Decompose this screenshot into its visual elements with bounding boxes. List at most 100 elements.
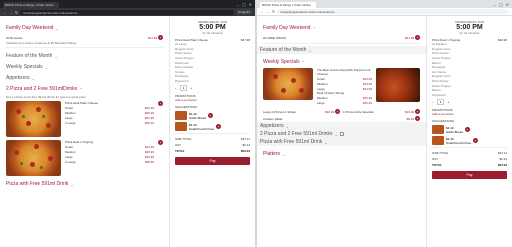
add-icon[interactable]: + [335,109,340,114]
section-title: Weekly Specials [263,59,300,65]
suggestion-item[interactable]: $4.49 Garlic Bread + [432,125,507,135]
maximize-icon[interactable]: ▢ [242,2,246,7]
add-promotion-link[interactable]: Add a promotion [432,112,507,116]
product-info: Pizza Deal 1 Topping Small $24.99 Medium $… [65,140,154,176]
section-2pizza[interactable]: 2 Pizza and 2 Free 591mlDrinks ⌃ [6,86,163,92]
list-item[interactable]: 20 FREE WINGS $21.99 + [263,34,420,41]
chevron-down-icon: ⌄ [308,47,312,53]
plus-icon[interactable]: + [190,86,192,90]
section-weekly[interactable]: Weekly Specials ⌃ [263,59,420,65]
add-promotion-link[interactable]: Add a promotion [175,98,250,102]
chevron-down-icon: ⌄ [324,139,328,145]
reload-icon[interactable]: ↻ [15,10,18,15]
add-icon[interactable]: + [473,138,479,144]
chevron-down-icon: ⌄ [44,64,48,70]
section-free-drink[interactable]: Pizza with Free 591ml Drink ⌄ [6,181,163,187]
section-family-day[interactable]: Family Day Weekend ⌃ [263,25,420,31]
suggestion-item[interactable]: $4.49 Small French Fries + [432,136,507,146]
back-icon[interactable]: ← [3,10,7,15]
suggestion-item[interactable]: $4.49 Small French Fries + [175,122,250,132]
minus-icon[interactable]: − [175,86,177,90]
close-icon[interactable]: ✕ [249,2,252,7]
section-2pizza[interactable]: 2 Pizza and 2 Free 591ml Drinks ⌄ [257,130,426,138]
chevron-down-icon: ⌄ [31,75,35,81]
suggestion-image [432,125,444,135]
add-icon[interactable]: + [158,101,163,106]
card-row: Large 2-Pizza 2-1 Wings $30.99 + 1 Pizza … [263,108,420,115]
forward-icon[interactable]: → [266,9,270,14]
menu-column: Family Day Weekend ⌃ 20 FREE WINGS $21.99… [257,16,426,247]
menu-column: Family Day Weekend ⌄ 20 Boneless $21.99 +… [0,16,169,247]
plus-icon[interactable]: + [447,100,449,104]
section-title: Appetizers [6,75,30,81]
checkbox[interactable] [339,132,344,136]
list-item[interactable]: Chicken Salad $9.49 + [263,115,420,122]
list-item[interactable]: Large 2-Pizza 2-1 Wings $30.99 + [263,108,340,115]
add-icon[interactable]: + [415,35,420,40]
incognito-badge: Incognito [235,9,252,15]
chevron-up-icon: ⌃ [79,86,83,92]
pay-button[interactable]: Pay [432,171,507,180]
suggestion-item[interactable]: $4.49 Garlic Bread + [175,111,250,121]
minimize-icon[interactable]: – [494,2,496,7]
section-weekly[interactable]: Weekly Specials ⌄ [6,64,163,70]
page-content: Family Day Weekend ⌃ 20 FREE WINGS $21.99… [257,16,512,247]
divider [175,133,250,135]
divider [6,47,163,48]
product-card[interactable]: The Best Combo Deal (Mix Pepperoni & Che… [263,68,420,105]
size-row[interactable]: X-Large $38.99 [65,159,154,164]
list-item[interactable]: 1 Pizza whole Specials $19.99 + [343,108,420,115]
section-description: Get 2 pizzas and 2 free 591ml drinks for… [6,95,86,99]
section-feature[interactable]: Feature of the Month ⌄ [6,53,163,59]
chevron-down-icon: ⌄ [55,25,59,31]
list-item[interactable]: 20 Boneless $21.99 + [6,34,163,41]
section-title: 2 Pizza and 2 Free 591ml Drinks [260,131,333,137]
minimize-icon[interactable]: – [237,2,239,7]
item-price: $21.99 [404,36,415,40]
suggestion-image [175,111,187,121]
maximize-icon[interactable]: ▢ [499,2,503,7]
url-field[interactable]: familywingsandpizza.order.online/store/1… [277,9,509,14]
section-title: Platters [263,151,280,157]
chevron-down-icon: ⌄ [70,181,74,187]
pay-button[interactable]: Pay [175,157,250,166]
minus-icon[interactable]: − [432,100,434,104]
section-appetizers[interactable]: Appetizers ⌄ [257,122,426,130]
browser-tab[interactable]: BOGO Pizza & Wings | Order Online [260,2,316,8]
section-family-day[interactable]: Family Day Weekend ⌄ [6,25,163,31]
add-icon[interactable]: + [464,127,470,133]
address-bar: ← → ↻ familywingsandpizza.order.online/s… [257,8,512,16]
back-icon[interactable]: ← [260,9,264,14]
chevron-down-icon: ⌄ [285,123,289,129]
product-card[interactable]: Pizza Deal 1 Topping Small $24.99 Medium $… [6,140,163,176]
total-row: TOTAL $53.23 [432,163,507,168]
forward-icon[interactable]: → [9,10,13,15]
browser-tab[interactable]: BOGO Pizza & Wings | Order Online [3,2,59,8]
order-time-sub: (In 44 minutes) [459,31,480,35]
size-row[interactable]: Large $25.99 [317,100,372,105]
order-time[interactable]: 5:00 PM [175,24,250,31]
add-icon[interactable]: + [415,109,420,114]
reload-icon[interactable]: ↻ [272,9,275,14]
close-icon[interactable]: ✕ [506,2,509,7]
section-appetizers[interactable]: Appetizers ⌄ [6,75,163,81]
section-feature[interactable]: Feature of the Month ⌄ [257,46,426,54]
add-icon[interactable]: + [415,116,420,121]
quantity-stepper[interactable]: −1 + [175,85,250,92]
url-field[interactable]: familywingsandpizza.order.online/store/1… [20,9,234,15]
tab-bar: BOGO Pizza & Wings | Order Online – ▢ ✕ [257,0,512,8]
order-time[interactable]: 5:00 PM [432,24,507,31]
chevron-down-icon: ⌄ [54,53,58,59]
add-icon[interactable]: + [207,113,213,119]
section-free-drink[interactable]: Pizza with Free 591ml Drink ⌄ [257,138,426,146]
product-card[interactable]: Pizza Deal Plain Cheese Small $22.99 Medi… [6,101,163,137]
section-platters[interactable]: Platters ⌄ [263,151,420,157]
add-icon[interactable]: + [158,140,163,145]
add-icon[interactable]: + [216,124,222,130]
divider [432,147,507,149]
add-icon[interactable]: + [158,35,163,40]
chevron-up-icon: ⌃ [312,25,316,31]
size-row[interactable]: X-Large $36.99 [65,120,154,125]
quantity-stepper[interactable]: −1 + [432,99,507,106]
product-info: Pizza Deal Plain Cheese Small $22.99 Medi… [65,101,154,137]
